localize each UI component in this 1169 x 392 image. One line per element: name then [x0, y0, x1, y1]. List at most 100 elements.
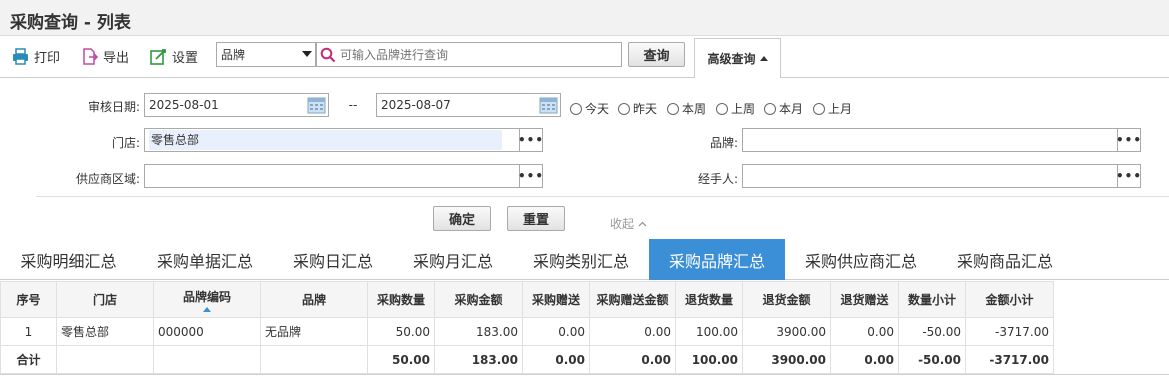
- table-header-row: 序号 门店 品牌编码 品牌 采购数量 采购金额 采购赠送 采购赠送金额 退货数量…: [0, 281, 1054, 318]
- export-label: 导出: [103, 50, 130, 66]
- column-header[interactable]: 退货金额: [742, 281, 831, 318]
- export-button[interactable]: 导出: [81, 46, 129, 66]
- column-header[interactable]: 退货数量: [675, 281, 743, 318]
- table-total-row: 合计 50.00 183.00 0.00 0.00 100.00 3900.00…: [0, 345, 1054, 374]
- handler-picker-button[interactable]: •••: [1116, 164, 1141, 188]
- tab-purchase-document-summary[interactable]: 采购单据汇总: [137, 239, 273, 280]
- date-from-value: 2025-08-01: [149, 98, 219, 112]
- printer-icon: [13, 47, 28, 65]
- table-cell: 无品牌: [260, 317, 368, 346]
- column-header[interactable]: 采购赠送: [522, 281, 590, 318]
- tab-purchase-monthly-summary[interactable]: 采购月汇总: [393, 239, 513, 280]
- tab-purchase-product-summary[interactable]: 采购商品汇总: [937, 239, 1073, 280]
- chevron-up-icon: [638, 221, 647, 226]
- tab-purchase-detail-summary[interactable]: 采购明细汇总: [0, 239, 137, 280]
- print-label: 打印: [34, 50, 61, 66]
- column-header[interactable]: 门店: [56, 281, 154, 318]
- tab-purchase-supplier-summary[interactable]: 采购供应商汇总: [785, 239, 937, 280]
- radio-last-month[interactable]: 上月: [813, 100, 852, 117]
- column-header[interactable]: 采购赠送金额: [589, 281, 676, 318]
- date-from-field[interactable]: 2025-08-01: [144, 93, 329, 117]
- table-cell: -3717.00: [965, 345, 1054, 374]
- radio-circle: [618, 102, 630, 115]
- table-cell: 50.00: [367, 317, 435, 346]
- advanced-filter-panel: 审核日期: 2025-08-01 -- 2025-08-07 今天 昨天 本周 …: [0, 77, 1169, 239]
- column-header[interactable]: 金额小计: [965, 281, 1054, 318]
- export-icon: [83, 47, 98, 65]
- search-input[interactable]: [340, 47, 610, 62]
- edit-settings-icon: [150, 48, 166, 65]
- search-field-select[interactable]: 品牌: [216, 42, 316, 67]
- column-header[interactable]: 品牌: [260, 281, 368, 318]
- search-icon: [320, 47, 336, 62]
- column-header-label: 采购金额: [454, 293, 503, 307]
- table-cell: 0.00: [589, 345, 676, 374]
- brand-label: 品牌:: [709, 136, 738, 150]
- column-header[interactable]: 序号: [0, 281, 57, 318]
- column-header[interactable]: 采购数量: [367, 281, 435, 318]
- query-button[interactable]: 查询: [628, 42, 685, 67]
- store-value: 零售总部: [149, 130, 502, 150]
- radio-this-month[interactable]: 本月: [764, 100, 803, 117]
- reset-button[interactable]: 重置: [507, 206, 565, 231]
- advanced-query-toggle[interactable]: 高级查询: [694, 38, 781, 78]
- supplier-area-picker-button[interactable]: •••: [518, 164, 543, 188]
- filter-divider: [36, 196, 1169, 197]
- collapse-toggle[interactable]: 收起: [610, 215, 647, 232]
- advanced-query-label: 高级查询: [707, 52, 756, 66]
- table-cell: 000000: [153, 317, 261, 346]
- handler-field[interactable]: [742, 164, 1118, 188]
- calendar-icon[interactable]: [307, 96, 326, 114]
- table-cell: 3900.00: [742, 345, 831, 374]
- table-cell: 100.00: [675, 317, 743, 346]
- store-label: 门店:: [111, 136, 140, 150]
- sort-ascending-icon: [203, 306, 211, 312]
- column-header-label: 金额小计: [985, 293, 1034, 307]
- table-bottom-border: [0, 374, 1169, 375]
- store-picker-button[interactable]: •••: [518, 128, 543, 152]
- calendar-icon[interactable]: [539, 96, 558, 114]
- table-row[interactable]: 1 零售总部 000000 无品牌 50.00 183.00 0.00 0.00…: [0, 317, 1054, 346]
- radio-label: 上周: [731, 102, 756, 116]
- handler-label: 经手人:: [697, 172, 738, 186]
- toolbar: 打印 导出 设置 品牌 查询: [0, 36, 1169, 76]
- column-header-label: 采购数量: [376, 293, 425, 307]
- radio-this-week[interactable]: 本周: [667, 100, 706, 117]
- title-bar: 采购查询 - 列表: [0, 0, 1169, 36]
- tab-purchase-brand-summary[interactable]: 采购品牌汇总: [649, 239, 785, 280]
- radio-last-week[interactable]: 上周: [716, 100, 755, 117]
- radio-today[interactable]: 今天: [570, 100, 609, 117]
- radio-label: 今天: [585, 102, 610, 116]
- column-header-sorted[interactable]: 品牌编码: [153, 281, 261, 318]
- settings-button[interactable]: 设置: [150, 46, 198, 66]
- tab-purchase-daily-summary[interactable]: 采购日汇总: [273, 239, 393, 280]
- radio-circle: [813, 102, 825, 115]
- date-to-field[interactable]: 2025-08-07: [376, 93, 561, 117]
- page-title: 采购查询 - 列表: [10, 13, 131, 33]
- table-cell: 0.00: [522, 345, 590, 374]
- chevron-down-icon: [302, 51, 312, 57]
- confirm-button[interactable]: 确定: [433, 206, 491, 231]
- radio-label: 本周: [682, 102, 707, 116]
- search-box: [316, 42, 622, 67]
- tab-purchase-category-summary[interactable]: 采购类别汇总: [513, 239, 649, 280]
- radio-circle: [716, 102, 728, 115]
- print-button[interactable]: 打印: [12, 46, 60, 66]
- settings-label: 设置: [172, 50, 199, 66]
- select-value: 品牌: [221, 48, 246, 62]
- brand-field[interactable]: [742, 128, 1118, 152]
- radio-yesterday[interactable]: 昨天: [618, 100, 657, 117]
- store-field[interactable]: 零售总部: [144, 128, 520, 152]
- column-header[interactable]: 退货赠送: [830, 281, 899, 318]
- radio-circle: [570, 102, 582, 115]
- supplier-area-field[interactable]: [144, 164, 520, 188]
- column-header[interactable]: 采购金额: [434, 281, 523, 318]
- column-header-label: 数量小计: [907, 293, 956, 307]
- column-header-label: 采购赠送: [531, 293, 580, 307]
- column-header[interactable]: 数量小计: [898, 281, 966, 318]
- brand-picker-button[interactable]: •••: [1116, 128, 1141, 152]
- audit-date-label: 审核日期:: [87, 100, 140, 114]
- table-cell: 50.00: [367, 345, 435, 374]
- supplier-area-label: 供应商区域:: [75, 172, 140, 186]
- column-header-label: 序号: [16, 293, 41, 307]
